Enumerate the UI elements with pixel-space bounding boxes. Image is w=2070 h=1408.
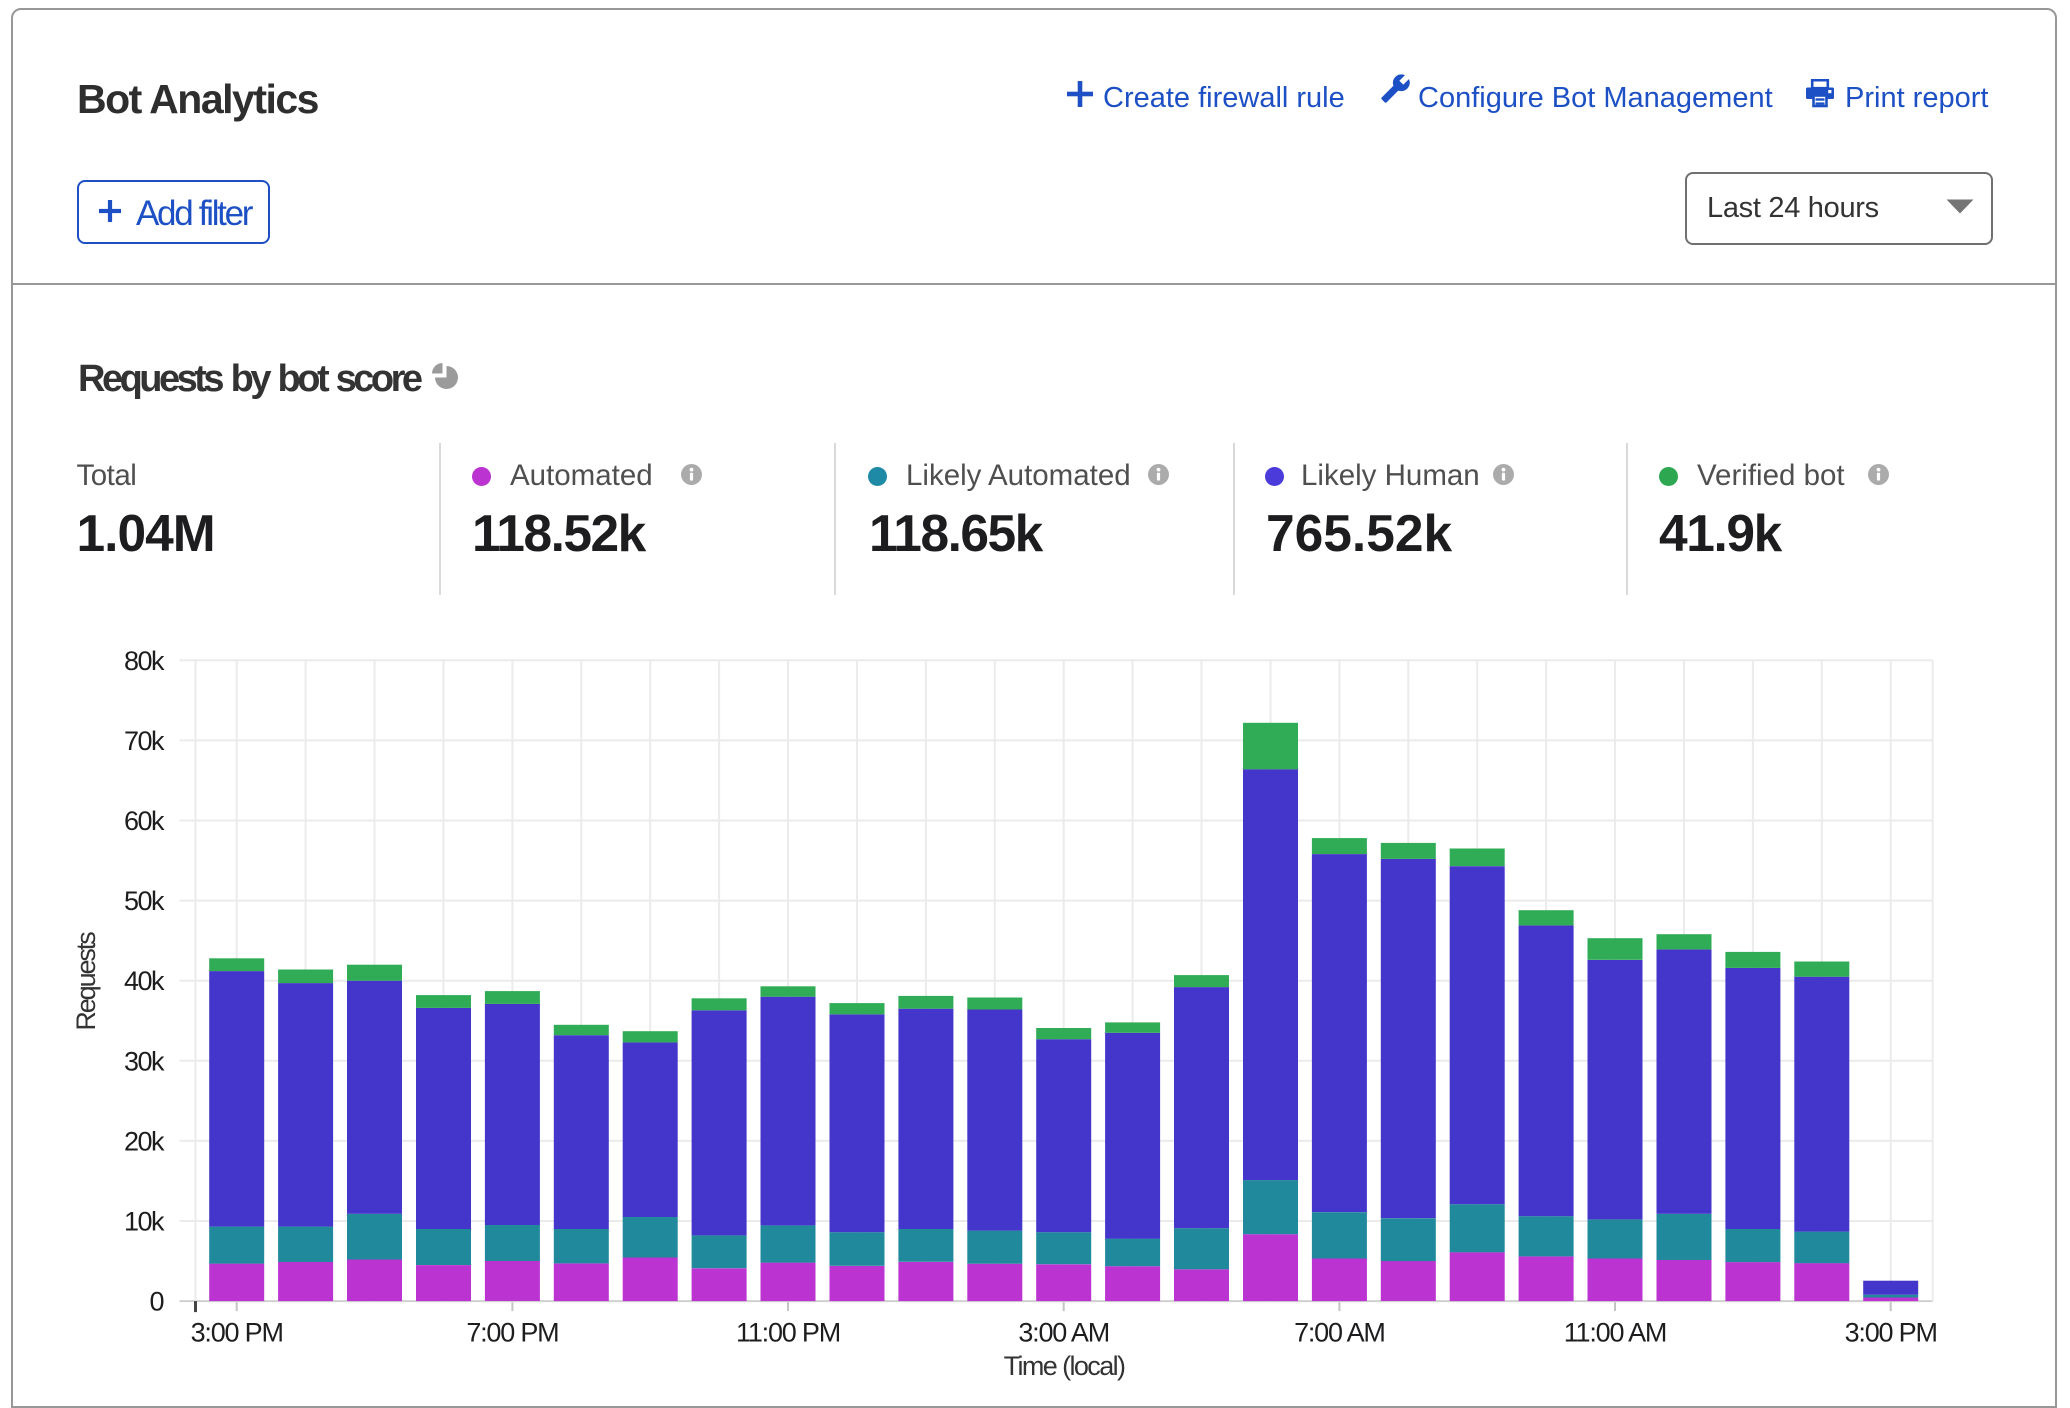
svg-text:60k: 60k [124, 806, 165, 836]
svg-text:3:00 PM: 3:00 PM [191, 1318, 283, 1348]
svg-text:80k: 80k [124, 646, 165, 676]
svg-text:Time (local): Time (local) [1004, 1351, 1125, 1381]
svg-text:10k: 10k [124, 1207, 165, 1237]
svg-text:40k: 40k [124, 966, 165, 996]
svg-text:20k: 20k [124, 1126, 165, 1156]
svg-text:3:00 AM: 3:00 AM [1018, 1318, 1109, 1348]
svg-text:0: 0 [149, 1287, 163, 1317]
svg-text:70k: 70k [124, 726, 165, 756]
svg-text:Requests: Requests [71, 932, 101, 1031]
svg-text:11:00 PM: 11:00 PM [736, 1318, 840, 1348]
svg-text:11:00 AM: 11:00 AM [1564, 1318, 1666, 1348]
svg-text:50k: 50k [124, 886, 165, 916]
svg-text:7:00 PM: 7:00 PM [466, 1318, 558, 1348]
svg-text:30k: 30k [124, 1046, 165, 1076]
svg-text:3:00 PM: 3:00 PM [1845, 1318, 1937, 1348]
svg-text:7:00 AM: 7:00 AM [1294, 1318, 1385, 1348]
